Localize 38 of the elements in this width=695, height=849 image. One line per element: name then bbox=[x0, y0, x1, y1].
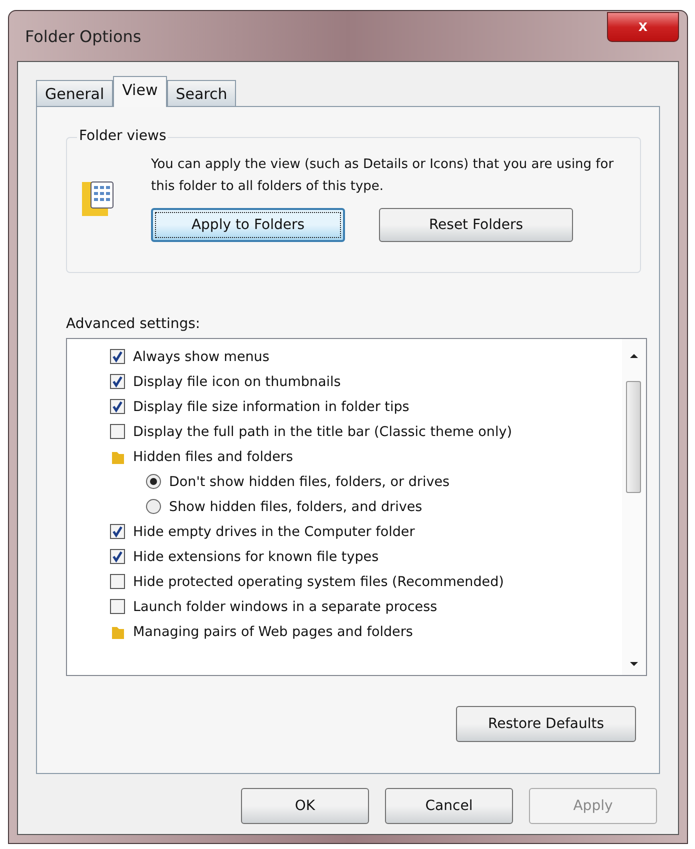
close-button[interactable]: x bbox=[607, 12, 679, 42]
checkbox[interactable] bbox=[110, 599, 125, 614]
setting-label: Display the full path in the title bar (Classic theme only) bbox=[133, 424, 512, 440]
description-text: You can apply the view (such as Details or Icons) that you are using for this folder to all folders of this type. bbox=[151, 156, 615, 196]
setting-label: Managing pairs of Web pages and folders bbox=[133, 624, 413, 640]
checkbox[interactable] bbox=[110, 424, 125, 439]
scroll-thumb[interactable] bbox=[626, 381, 641, 493]
scroll-up-icon[interactable] bbox=[629, 353, 639, 359]
setting-label: Display file size information in folder tips bbox=[133, 398, 410, 414]
radio-button[interactable] bbox=[146, 474, 161, 489]
window-title: Folder Options bbox=[24, 26, 142, 46]
setting-label: Hide empty drives in the Computer folder bbox=[133, 524, 415, 540]
checkbox[interactable] bbox=[110, 399, 125, 414]
checkbox[interactable] bbox=[110, 574, 125, 589]
action-button[interactable]: Apply to Folders bbox=[151, 208, 345, 242]
setting-label: Hide protected operating system files (Recommended) bbox=[133, 574, 504, 590]
dialog-button[interactable]: Cancel bbox=[385, 788, 513, 824]
setting-label: Show hidden files, folders, and drives bbox=[169, 498, 422, 514]
restore-defaults-button[interactable]: Restore Defaults bbox=[456, 706, 636, 742]
setting-label: Don't show hidden files, folders, or drives bbox=[169, 474, 450, 490]
scrollbar[interactable] bbox=[622, 339, 646, 675]
setting-label: Launch folder windows in a separate process bbox=[133, 598, 438, 614]
tab[interactable]: General bbox=[36, 80, 114, 106]
setting-label: Display file icon on thumbnails bbox=[133, 374, 341, 390]
checkbox[interactable] bbox=[110, 349, 125, 364]
tab[interactable]: Search bbox=[166, 80, 236, 106]
scroll-down-icon[interactable] bbox=[629, 661, 639, 667]
setting-label: Always show menus bbox=[133, 348, 270, 364]
checkbox[interactable] bbox=[110, 374, 125, 389]
radio-button[interactable] bbox=[146, 499, 161, 514]
setting-label: Hide extensions for known file types bbox=[133, 548, 379, 564]
setting-label: Hidden files and folders bbox=[133, 448, 293, 464]
action-button[interactable]: Reset Folders bbox=[379, 208, 573, 242]
section-label: Advanced settings: bbox=[66, 316, 202, 332]
checkbox[interactable] bbox=[110, 549, 125, 564]
dialog-button[interactable]: OK bbox=[241, 788, 369, 824]
tab[interactable]: View bbox=[113, 76, 167, 107]
checkbox[interactable] bbox=[110, 524, 125, 539]
